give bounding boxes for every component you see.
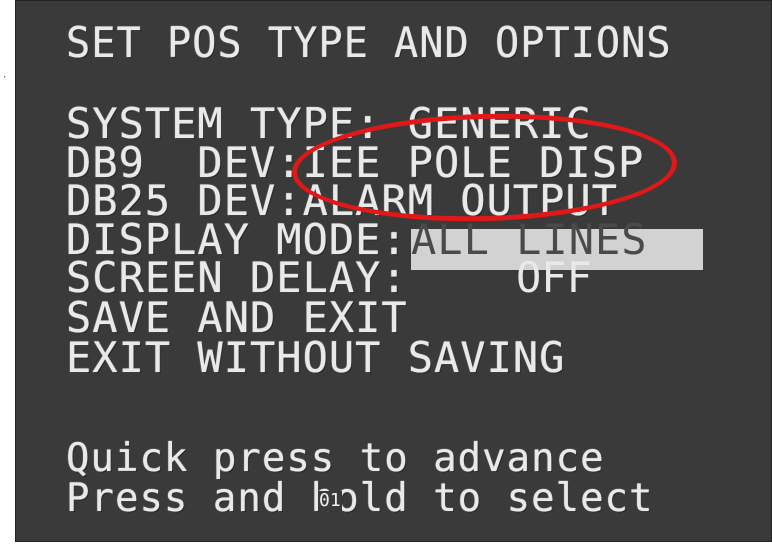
menu-title: SET POS TYPE AND OPTIONS — [66, 18, 672, 67]
menu-item-screen-delay-label[interactable]: SCREEN DELAY: — [66, 257, 408, 299]
screen-delay-value[interactable]: OFF — [516, 257, 592, 299]
menu-item-save-and-exit[interactable]: SAVE AND EXIT — [66, 297, 408, 339]
screenshot-frame: · SET POS TYPE AND OPTIONS SYSTEM TYPE: … — [0, 0, 772, 546]
side-mark: · — [2, 73, 8, 83]
hint-quick-press: Quick press to advance — [66, 436, 605, 481]
overlay-mark: 01 — [318, 490, 342, 511]
hint-press-hold: Press and hold to select — [66, 476, 654, 521]
osd-screen: SET POS TYPE AND OPTIONS SYSTEM TYPE: GE… — [15, 0, 772, 542]
menu-item-exit-without-saving[interactable]: EXIT WITHOUT SAVING — [66, 337, 565, 379]
